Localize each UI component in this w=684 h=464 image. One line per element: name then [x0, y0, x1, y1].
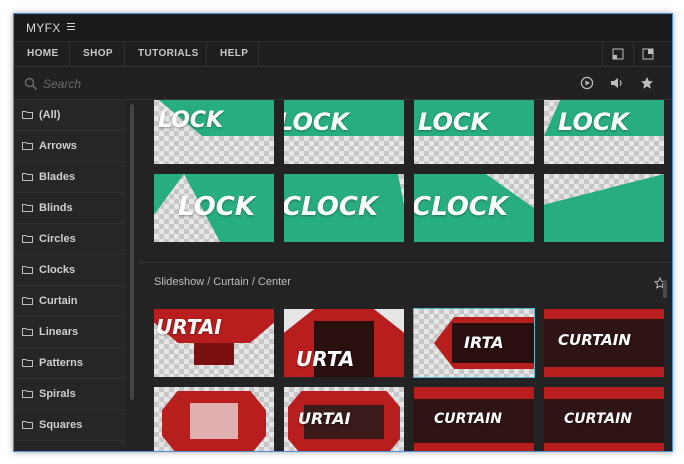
thumbnail-caption: CLOCK [284, 192, 379, 222]
sidebar-item-label: Spirals [39, 388, 76, 400]
preset-thumbnail[interactable]: CURTAIN [544, 309, 664, 377]
play-icon[interactable] [580, 76, 594, 90]
star-icon[interactable] [640, 76, 654, 90]
folder-icon [22, 266, 33, 274]
sidebar-item-label: Squares [39, 419, 83, 431]
preset-thumbnail[interactable]: LOCK [414, 100, 534, 164]
folder-icon [22, 204, 33, 212]
preset-thumbnail[interactable]: LOCK [154, 174, 274, 242]
volume-icon[interactable] [610, 76, 624, 90]
preset-thumbnail[interactable]: CLOCK [284, 174, 404, 242]
sidebar-item-clocks[interactable]: Clocks [14, 255, 126, 286]
sidebar-item-label: Curtain [39, 295, 78, 307]
folder-icon [22, 142, 33, 150]
folder-icon [22, 328, 33, 336]
search-icon [24, 77, 38, 91]
main-scroll-thumb[interactable] [663, 280, 667, 298]
expand-icon[interactable] [642, 48, 654, 60]
preset-thumbnail[interactable]: CURTAIN [544, 387, 664, 451]
nav-separator [69, 42, 70, 66]
nav-separator [206, 42, 207, 66]
folder-icon [22, 421, 33, 429]
thumbnail-caption: URTAI [298, 409, 351, 428]
sidebar-scrollbar[interactable] [126, 100, 138, 451]
sidebar-item-circles[interactable]: Circles [14, 224, 126, 255]
preset-thumbnail[interactable]: LOCK [284, 100, 404, 164]
section-divider [138, 262, 672, 263]
nav-home[interactable]: HOME [27, 42, 59, 66]
preset-thumbnail[interactable]: URTA [284, 309, 404, 377]
sidebar-item-all[interactable]: (All) [14, 100, 126, 131]
app-window: MYFX HOME SHOP TUTORIALS HELP Search (Al… [13, 13, 673, 452]
sidebar-item-label: Stops [39, 441, 70, 451]
sidebar-item-spirals[interactable]: Spirals [14, 379, 126, 410]
sidebar-item-patterns[interactable]: Patterns [14, 348, 126, 379]
nav-tutorials[interactable]: TUTORIALS [138, 42, 199, 66]
search-input[interactable] [41, 73, 525, 95]
thumbnail-caption: IRTA [464, 333, 504, 352]
app-title: MYFX [26, 21, 61, 35]
nav-separator [633, 42, 634, 66]
preset-browser: LOCK LOCK LOCK LOCK LOCK CLOCK CLOCK Sli… [138, 100, 672, 451]
sidebar-item-label: (All) [39, 109, 61, 121]
minimize-icon[interactable] [612, 48, 624, 60]
folder-icon [22, 111, 33, 119]
thumbnail-caption: CURTAIN [434, 411, 503, 427]
nav-separator [602, 42, 603, 66]
sidebar-item-label: Patterns [39, 357, 84, 369]
nav-shop[interactable]: SHOP [83, 42, 113, 66]
preset-thumbnail[interactable]: CLOCK [414, 174, 534, 242]
preset-thumbnail[interactable]: LOCK [544, 100, 664, 164]
preset-thumbnail[interactable] [544, 174, 664, 242]
section-title: Slideshow / Curtain / Center [154, 276, 291, 288]
thumbnail-caption: LOCK [178, 192, 255, 222]
sidebar-item-label: Circles [39, 233, 76, 245]
preset-thumbnail[interactable]: URTAI [154, 309, 274, 377]
sidebar-item-label: Blades [39, 171, 76, 183]
preset-thumbnail[interactable]: CURTAIN [414, 387, 534, 451]
preset-thumbnail-selected[interactable]: IRTA [413, 308, 535, 378]
sidebar-item-squares[interactable]: Squares [14, 410, 126, 441]
thumbnail-caption: URTAI [156, 315, 222, 339]
folder-icon [22, 173, 33, 181]
folder-icon [22, 359, 33, 367]
preset-thumbnail[interactable]: LOCK [154, 100, 274, 164]
folder-icon [22, 297, 33, 305]
thumbnail-caption: CURTAIN [564, 411, 633, 427]
thumbnail-caption: LOCK [158, 108, 224, 133]
sidebar-item-stops[interactable]: Stops [14, 441, 126, 451]
thumbnail-caption: LOCK [418, 108, 490, 136]
nav-separator [124, 42, 125, 66]
preset-thumbnail[interactable] [154, 387, 274, 451]
folder-icon [22, 235, 33, 243]
folder-icon [22, 390, 33, 398]
category-sidebar: (All) Arrows Blades Blinds Circles Clock… [14, 100, 126, 451]
sidebar-item-label: Arrows [39, 140, 77, 152]
nav-help[interactable]: HELP [220, 42, 248, 66]
nav-bar: HOME SHOP TUTORIALS HELP [14, 42, 672, 67]
thumbnail-caption: LOCK [558, 108, 630, 136]
thumbnail-caption: LOCK [284, 108, 350, 136]
sidebar-item-blades[interactable]: Blades [14, 162, 126, 193]
nav-separator [258, 42, 259, 66]
thumbnail-caption: URTA [296, 347, 355, 371]
sidebar-item-linears[interactable]: Linears [14, 317, 126, 348]
sidebar-item-blinds[interactable]: Blinds [14, 193, 126, 224]
hamburger-menu-icon[interactable] [67, 23, 75, 31]
sidebar-item-label: Clocks [39, 264, 76, 276]
sidebar-item-curtain[interactable]: Curtain [14, 286, 126, 317]
sidebar-scroll-thumb[interactable] [130, 104, 134, 400]
title-bar: MYFX [14, 14, 672, 42]
sidebar-item-label: Blinds [39, 202, 73, 214]
thumbnail-caption: CURTAIN [558, 331, 631, 349]
sidebar-item-label: Linears [39, 326, 79, 338]
search-bar [14, 67, 672, 100]
preset-thumbnail[interactable]: URTAI [284, 387, 404, 451]
thumbnail-caption: CLOCK [414, 192, 509, 222]
sidebar-item-arrows[interactable]: Arrows [14, 131, 126, 162]
